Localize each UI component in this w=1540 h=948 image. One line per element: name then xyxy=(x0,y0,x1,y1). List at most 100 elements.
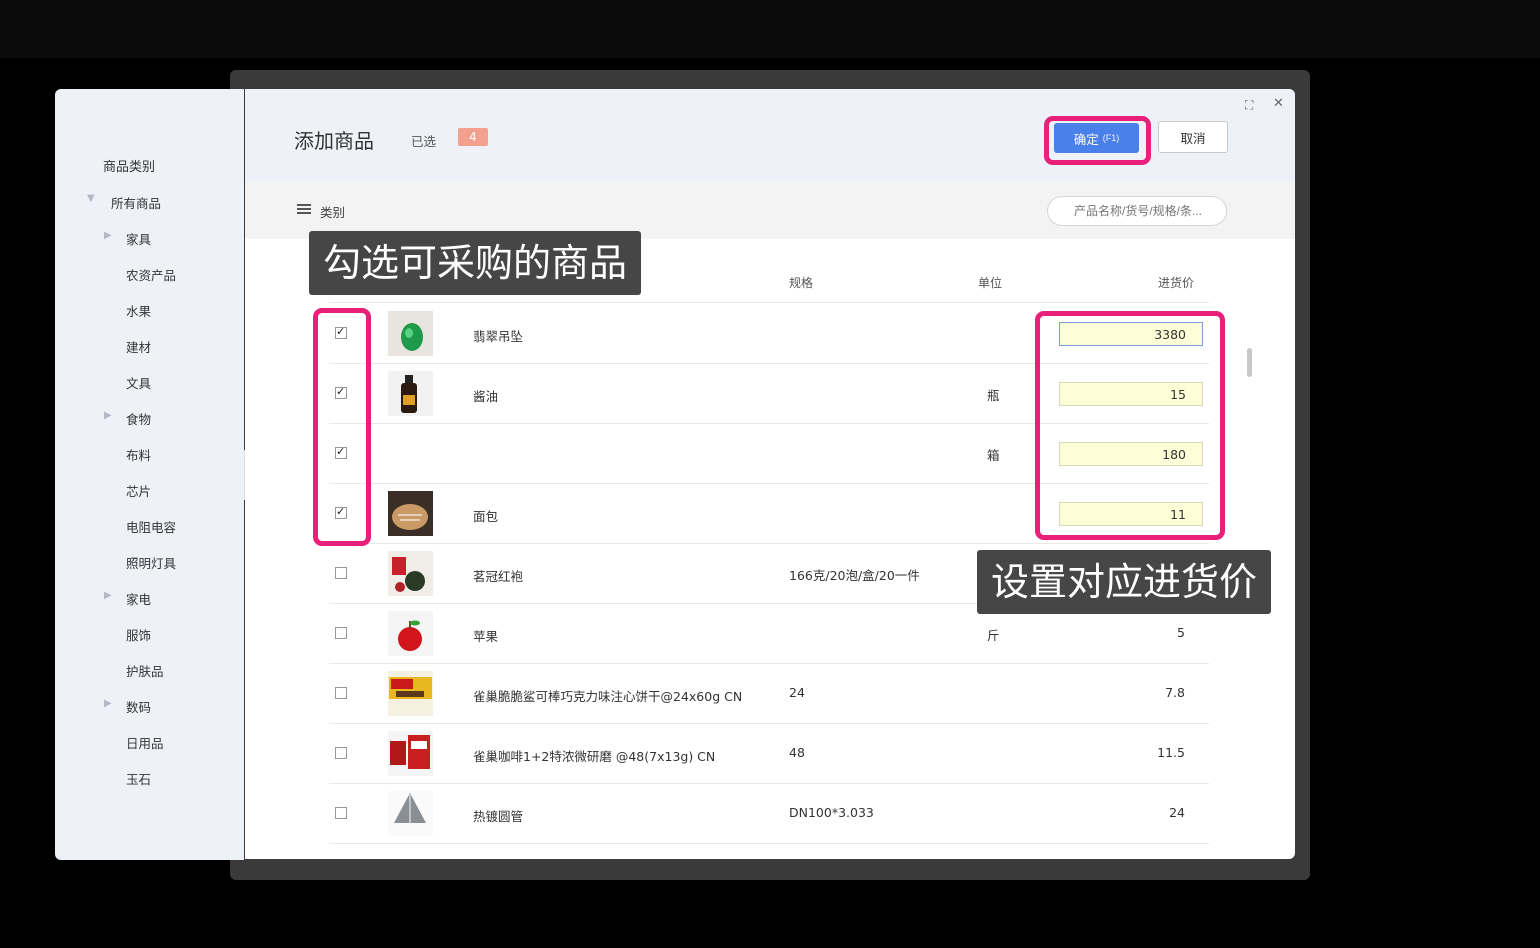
sidebar-item[interactable]: 日用品 xyxy=(126,733,164,752)
caret-down-icon: ▼ xyxy=(87,193,95,204)
selected-label: 已选 xyxy=(411,134,437,149)
product-thumbnail xyxy=(388,671,433,716)
sidebar-item-label: 家电 xyxy=(126,592,152,607)
sidebar-title: 商品类别 xyxy=(103,160,156,175)
sidebar-item[interactable]: 建材 xyxy=(126,337,151,356)
sidebar-item-label: 数码 xyxy=(126,700,152,715)
sidebar-item-label: 护肤品 xyxy=(126,664,164,679)
sidebar-item[interactable]: 农资产品 xyxy=(126,265,176,284)
sidebar-item[interactable]: 文具 xyxy=(126,373,151,392)
sidebar-item[interactable]: ▶ 数码 xyxy=(104,697,152,716)
row-checkbox[interactable] xyxy=(335,567,347,579)
product-price: 24 xyxy=(1169,805,1185,820)
product-price: 11.5 xyxy=(1157,745,1185,760)
caret-right-icon[interactable]: ▶ xyxy=(104,230,112,241)
column-header-spec: 规格 xyxy=(789,276,814,290)
row-divider xyxy=(329,843,1209,844)
caret-right-icon[interactable]: ▶ xyxy=(104,410,112,421)
sidebar-item-label: 日用品 xyxy=(126,736,164,751)
dialog-title: 添加商品 xyxy=(294,129,374,153)
confirm-label: 确定 xyxy=(1073,132,1099,147)
dialog-header: 添加商品 已选 4 确定 (F1) 取消 ⛶ ✕ xyxy=(245,89,1295,182)
caret-right-icon[interactable]: ▶ xyxy=(104,698,112,709)
cancel-button[interactable]: 取消 xyxy=(1158,121,1228,153)
product-name: 酱油 xyxy=(473,389,499,404)
header-divider xyxy=(329,302,1209,303)
sidebar-item-label: 玉石 xyxy=(126,772,152,787)
sidebar-item-label: 电阻电容 xyxy=(126,520,177,535)
price-input[interactable] xyxy=(1059,502,1203,526)
product-thumbnail xyxy=(388,791,433,836)
product-price: 7.8 xyxy=(1165,685,1185,700)
sidebar-item-label: 照明灯具 xyxy=(126,556,177,571)
annotation-set-price: 设置对应进货价 xyxy=(977,550,1272,614)
row-checkbox[interactable] xyxy=(335,627,347,639)
sidebar-item[interactable]: 布料 xyxy=(126,445,151,464)
product-spec: 48 xyxy=(789,745,805,760)
sidebar-item-all[interactable]: ▼ 所有商品 xyxy=(87,193,162,212)
row-checkbox[interactable] xyxy=(335,325,347,339)
sidebar-item[interactable]: 玉石 xyxy=(126,769,151,788)
table-row[interactable]: 翡翠吊坠 xyxy=(245,304,1295,364)
sidebar-item-label: 家具 xyxy=(126,232,152,247)
sidebar-item-label: 服饰 xyxy=(126,628,152,643)
sidebar-item[interactable]: 芯片 xyxy=(126,481,151,500)
product-thumbnail xyxy=(388,371,433,416)
row-checkbox[interactable] xyxy=(335,747,347,759)
table-row[interactable]: 箱 xyxy=(245,424,1295,484)
product-name: 翡翠吊坠 xyxy=(473,329,524,344)
table-row[interactable]: 雀巢脆脆鲨可棒巧克力味注心饼干@24x60g CN 24 7.8 xyxy=(245,664,1295,724)
confirm-hotkey: (F1) xyxy=(1102,133,1120,143)
sidebar-item[interactable]: ▶ 家电 xyxy=(104,589,152,608)
list-icon[interactable] xyxy=(297,204,311,214)
sidebar-item-label: 建材 xyxy=(126,340,152,355)
category-sidebar: 商品类别 ▼ 所有商品 ▶ 家具农资产品水果建材文具 ▶ 食物布料芯片电阻电容照明灯具… xyxy=(55,89,244,860)
table-scrollbar[interactable] xyxy=(1247,348,1252,377)
caret-right-icon[interactable]: ▶ xyxy=(104,590,112,601)
sidebar-item[interactable]: 照明灯具 xyxy=(126,553,176,572)
price-input[interactable] xyxy=(1059,322,1203,346)
price-input[interactable] xyxy=(1059,442,1203,466)
product-price: 5 xyxy=(1177,625,1185,640)
table-row[interactable]: 酱油 瓶 xyxy=(245,364,1295,424)
row-checkbox[interactable] xyxy=(335,505,347,519)
table-row[interactable]: 面包 xyxy=(245,484,1295,544)
product-name: 茗冠红袍 xyxy=(473,569,524,584)
row-checkbox[interactable] xyxy=(335,445,347,459)
category-toggle-label[interactable]: 类别 xyxy=(320,202,345,221)
row-checkbox[interactable] xyxy=(335,807,347,819)
row-checkbox[interactable] xyxy=(335,687,347,699)
sidebar-item[interactable]: 水果 xyxy=(126,301,151,320)
sidebar-item-label: 布料 xyxy=(126,448,152,463)
product-spec: 166克/20泡/盒/20一件 xyxy=(789,568,920,583)
sidebar-item-label: 水果 xyxy=(126,304,152,319)
sidebar-item[interactable]: ▶ 食物 xyxy=(104,409,152,428)
product-name: 面包 xyxy=(473,509,499,524)
sidebar-item-label: 芯片 xyxy=(126,484,152,499)
price-input[interactable] xyxy=(1059,382,1203,406)
product-thumbnail xyxy=(388,311,433,356)
product-name: 雀巢咖啡1+2特浓微研磨 @48(7x13g) CN xyxy=(473,749,716,764)
product-name: 热镀圆管 xyxy=(473,809,524,824)
search-input[interactable] xyxy=(1047,196,1227,226)
product-unit: 箱 xyxy=(987,448,1000,463)
sidebar-item-label: 所有商品 xyxy=(111,196,162,211)
sidebar-item[interactable]: 护肤品 xyxy=(126,661,164,680)
sidebar-item[interactable]: 电阻电容 xyxy=(126,517,176,536)
product-thumbnail xyxy=(388,611,433,656)
table-row[interactable]: 热镀圆管 DN100*3.033 24 xyxy=(245,784,1295,844)
product-unit: 斤 xyxy=(987,628,1000,643)
product-spec: DN100*3.033 xyxy=(789,805,874,820)
add-goods-dialog: 添加商品 已选 4 确定 (F1) 取消 ⛶ ✕ 类别 规格 单位 进货价 翡翠… xyxy=(245,89,1295,859)
fullscreen-icon[interactable]: ⛶ xyxy=(1245,98,1253,113)
column-header-unit: 单位 xyxy=(978,276,1003,290)
sidebar-item[interactable]: ▶ 家具 xyxy=(104,229,152,248)
selected-count-badge: 4 xyxy=(458,128,488,146)
row-checkbox[interactable] xyxy=(335,385,347,399)
confirm-button[interactable]: 确定 (F1) xyxy=(1054,123,1139,153)
close-icon[interactable]: ✕ xyxy=(1273,96,1284,111)
product-thumbnail xyxy=(388,551,433,596)
sidebar-item-label: 食物 xyxy=(126,412,152,427)
sidebar-item[interactable]: 服饰 xyxy=(126,625,151,644)
table-row[interactable]: 雀巢咖啡1+2特浓微研磨 @48(7x13g) CN 48 11.5 xyxy=(245,724,1295,784)
